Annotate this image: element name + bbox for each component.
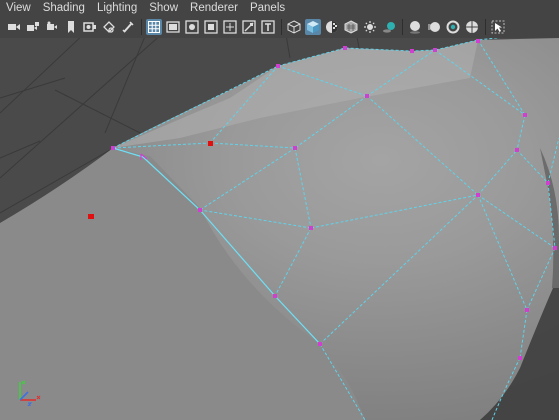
viewport-scene: [0, 38, 559, 420]
field-chart-icon[interactable]: [222, 19, 238, 35]
menu-renderer[interactable]: Renderer: [184, 0, 244, 16]
wireframe-cube-icon[interactable]: [286, 19, 302, 35]
film-gate-icon[interactable]: [165, 19, 181, 35]
menu-view[interactable]: View: [0, 0, 37, 16]
panel-toolbar: [0, 16, 559, 38]
camera-attributes-icon[interactable]: [25, 19, 41, 35]
gate-mask-icon[interactable]: [203, 19, 219, 35]
use-lights-icon[interactable]: [362, 19, 378, 35]
depth-of-field-icon[interactable]: [464, 19, 480, 35]
bookmark-icon[interactable]: [44, 19, 60, 35]
camera-icon[interactable]: [6, 19, 22, 35]
motion-blur-icon[interactable]: [426, 19, 442, 35]
toolbar-separator: [402, 19, 403, 35]
safe-action-icon[interactable]: [241, 19, 257, 35]
menu-shading[interactable]: Shading: [37, 0, 91, 16]
image-plane-icon[interactable]: [63, 19, 79, 35]
axis-gizmo-icon: [19, 380, 41, 406]
anti-aliasing-icon[interactable]: [445, 19, 461, 35]
xray-icon[interactable]: [343, 19, 359, 35]
smooth-shade-cube-icon[interactable]: [305, 19, 321, 35]
move-camera-icon[interactable]: [82, 19, 98, 35]
shadows-icon[interactable]: [381, 19, 397, 35]
toolbar-separator: [281, 19, 282, 35]
panel-menubar: View Shading Lighting Show Renderer Pane…: [0, 0, 559, 16]
default-material-icon[interactable]: [324, 19, 340, 35]
perspective-viewport[interactable]: [0, 38, 559, 420]
grid-toggle-icon[interactable]: [146, 19, 162, 35]
menu-lighting[interactable]: Lighting: [91, 0, 143, 16]
toolbar-separator: [141, 19, 142, 35]
menu-show[interactable]: Show: [143, 0, 184, 16]
ambient-occlusion-icon[interactable]: [407, 19, 423, 35]
grid-icon[interactable]: [120, 19, 136, 35]
pencil-icon[interactable]: [101, 19, 117, 35]
menu-panels[interactable]: Panels: [244, 0, 291, 16]
isolate-select-icon[interactable]: [490, 19, 506, 35]
resolution-gate-icon[interactable]: [184, 19, 200, 35]
safe-title-icon[interactable]: [260, 19, 276, 35]
toolbar-separator: [485, 19, 486, 35]
